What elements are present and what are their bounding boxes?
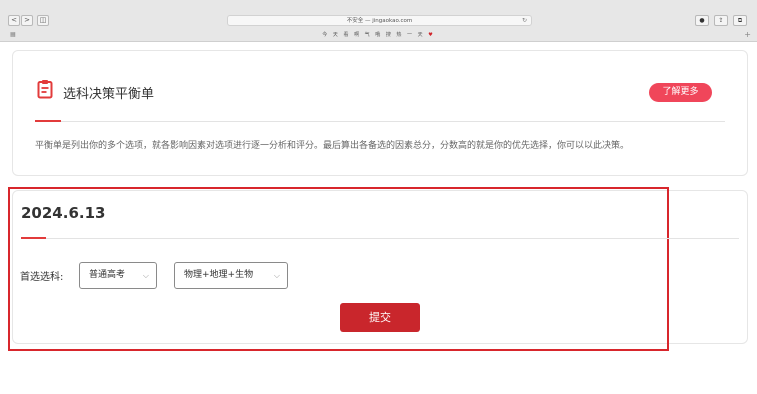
browser-toolbar: < > ◫ 不安全 — jingaokao.com ↻ ● ⇪ ⧉ ▦ 今 天 … xyxy=(0,0,757,42)
tabs-icon[interactable]: ⧉ xyxy=(733,15,747,26)
bookmarks-text: 今 天 看 啊 气 哦 搜 热 一 天 xyxy=(322,32,425,38)
description-text: 平衡单是列出你的多个选项，就各影响因素对选项进行逐一分析和评分。最后算出各备选的… xyxy=(35,141,630,151)
page-title: 选科决策平衡单 xyxy=(63,87,155,102)
subject-label: 首选选科: xyxy=(20,272,64,283)
reload-icon[interactable]: ↻ xyxy=(522,16,527,26)
chevron-down-icon: ⌵ xyxy=(142,271,149,280)
bookmarks-bar[interactable]: 今 天 看 啊 气 哦 搜 热 一 天 ♥ xyxy=(0,29,757,41)
subject-combo-value: 物理+地理+生物 xyxy=(184,270,254,280)
accent-bar xyxy=(21,237,46,239)
submit-button[interactable]: 提交 xyxy=(340,303,420,332)
exam-type-select[interactable]: 普通高考 ⌵ xyxy=(79,262,157,289)
heart-icon: ♥ xyxy=(428,32,435,38)
new-tab-icon[interactable]: + xyxy=(744,30,751,39)
decision-card: 选科决策平衡单 了解更多 平衡单是列出你的多个选项，就各影响因素对选项进行逐一分… xyxy=(12,50,748,176)
date-title: 2024.6.13 xyxy=(21,204,106,222)
divider xyxy=(21,238,739,239)
download-icon[interactable]: ● xyxy=(695,15,709,26)
sidebar-icon[interactable]: ◫ xyxy=(37,15,49,26)
exam-type-value: 普通高考 xyxy=(89,270,126,280)
url-text: 不安全 — jingaokao.com xyxy=(346,18,413,24)
forward-button[interactable]: > xyxy=(21,15,33,26)
chevron-down-icon: ⌵ xyxy=(273,271,280,280)
learn-more-button[interactable]: 了解更多 xyxy=(649,83,712,102)
address-bar[interactable]: 不安全 — jingaokao.com ↻ xyxy=(227,15,532,26)
share-icon[interactable]: ⇪ xyxy=(714,15,728,26)
divider xyxy=(35,121,725,122)
clipboard-icon xyxy=(37,80,53,99)
subject-combo-select[interactable]: 物理+地理+生物 ⌵ xyxy=(174,262,288,289)
accent-bar xyxy=(35,120,61,122)
back-button[interactable]: < xyxy=(8,15,20,26)
